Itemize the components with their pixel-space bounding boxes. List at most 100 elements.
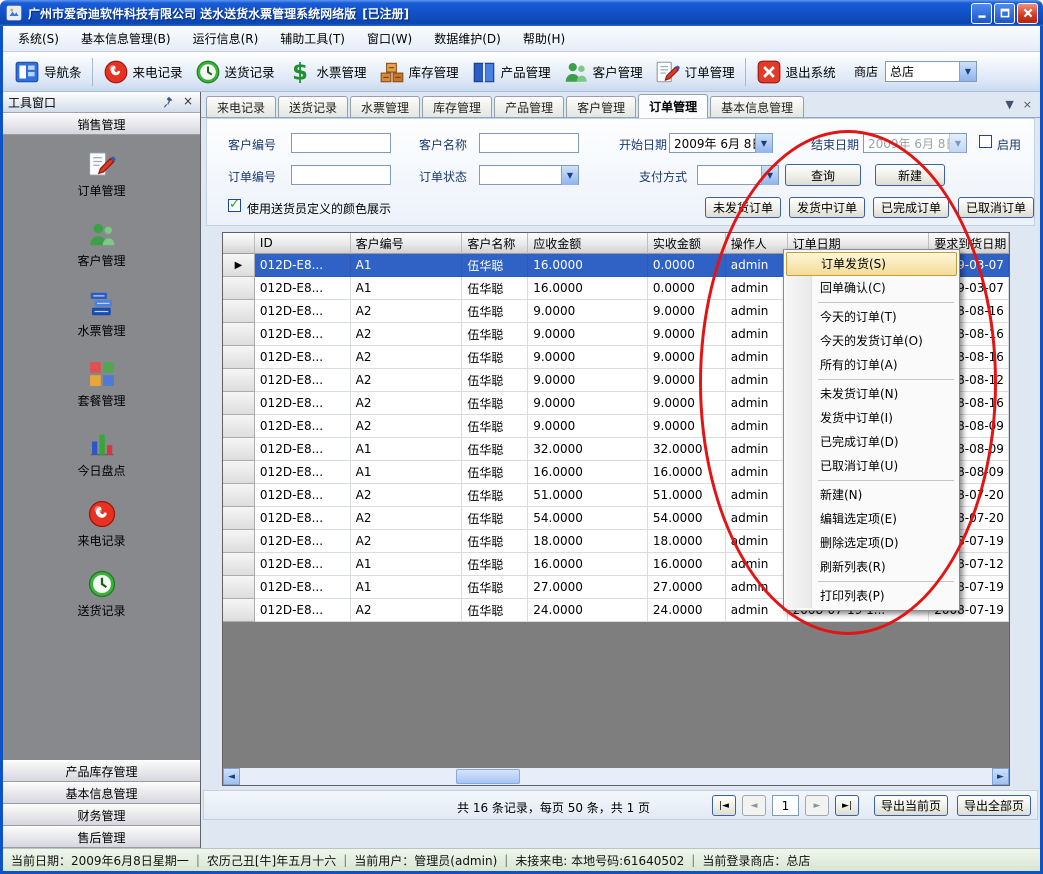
tab-5[interactable]: 产品管理	[494, 96, 564, 117]
export-current-page-button[interactable]: 导出当前页	[874, 795, 948, 816]
toolbar-customer-button[interactable]: 客户管理	[557, 56, 649, 88]
first-page-button[interactable]: |◄	[712, 795, 736, 816]
menu-item-6[interactable]: 数据维护(D)	[423, 25, 512, 52]
tab-7[interactable]: 订单管理	[638, 94, 708, 118]
row-header-cell[interactable]	[223, 484, 255, 507]
chevron-down-icon[interactable]: ▼	[561, 166, 578, 185]
enable-checkbox[interactable]	[979, 135, 992, 148]
toolbar-navigator-button[interactable]: 导航条	[8, 56, 88, 88]
row-header-cell[interactable]	[223, 369, 255, 392]
tool-window-close-icon[interactable]: ×	[183, 94, 193, 108]
shop-combobox[interactable]: 总店 ▼	[885, 61, 977, 82]
sidebar-item-order[interactable]: 订单管理	[3, 149, 200, 219]
start-date-picker[interactable]: 2009年 6月 8日 ▼	[669, 133, 773, 153]
status-filter-button-4[interactable]: 已取消订单	[958, 197, 1034, 218]
menu-item-3[interactable]: 运行信息(R)	[182, 25, 270, 52]
sidebar-group-4[interactable]: 售后管理	[3, 826, 200, 848]
context-menu-item[interactable]: 发货中订单(I)	[786, 406, 957, 430]
context-menu-item[interactable]: 编辑选定项(E)	[786, 507, 957, 531]
export-all-pages-button[interactable]: 导出全部页	[957, 795, 1031, 816]
chevron-down-icon[interactable]: ▼	[761, 166, 778, 185]
context-menu-item[interactable]: 所有的订单(A)	[786, 353, 957, 377]
pay-method-combobox[interactable]: ▼	[697, 165, 779, 185]
maximize-button[interactable]	[994, 3, 1015, 24]
row-header-cell[interactable]	[223, 507, 255, 530]
row-header-cell[interactable]	[223, 392, 255, 415]
toolbar-incoming-call-button[interactable]: 来电记录	[97, 56, 189, 88]
sidebar-item-incoming-call[interactable]: 来电记录	[3, 499, 200, 569]
row-header-cell[interactable]	[223, 277, 255, 300]
scroll-left-icon[interactable]: ◄	[223, 768, 240, 785]
customer-code-input[interactable]	[291, 133, 391, 153]
chevron-down-icon[interactable]: ▼	[959, 62, 976, 81]
sidebar-item-chart[interactable]: 今日盘点	[3, 429, 200, 499]
column-header-3[interactable]: 客户名称	[462, 233, 528, 254]
row-header-cell[interactable]	[223, 346, 255, 369]
context-menu-item[interactable]: 订单发货(S)	[786, 252, 957, 276]
column-header-4[interactable]: 应收金额	[528, 233, 648, 254]
sidebar-group-sales[interactable]: 销售管理	[3, 113, 200, 135]
context-menu-item[interactable]: 已完成订单(D)	[786, 430, 957, 454]
close-button[interactable]	[1017, 3, 1038, 24]
row-header-cell[interactable]	[223, 530, 255, 553]
context-menu-item[interactable]: 未发货订单(N)	[786, 382, 957, 406]
row-header-cell[interactable]: ▶	[223, 254, 255, 277]
row-header-cell[interactable]	[223, 553, 255, 576]
next-page-button[interactable]: ►	[805, 795, 829, 816]
sidebar-item-water-ticket-books[interactable]: 水票管理	[3, 289, 200, 359]
context-menu-item[interactable]: 打印列表(P)	[786, 584, 957, 608]
scroll-right-icon[interactable]: ►	[992, 768, 1009, 785]
pin-icon[interactable]	[162, 95, 176, 109]
sidebar-item-customer[interactable]: 客户管理	[3, 219, 200, 289]
tab-1[interactable]: 来电记录	[206, 96, 276, 117]
row-header-cell[interactable]	[223, 461, 255, 484]
toolbar-order-button[interactable]: 订单管理	[649, 56, 741, 88]
status-filter-button-2[interactable]: 发货中订单	[789, 197, 865, 218]
tab-6[interactable]: 客户管理	[566, 96, 636, 117]
end-date-picker[interactable]: 2009年 6月 8日 ▼	[863, 133, 967, 153]
sidebar-item-delivery-clock[interactable]: 送货记录	[3, 569, 200, 639]
context-menu-item[interactable]: 已取消订单(U)	[786, 454, 957, 478]
column-header-6[interactable]: 操作人	[726, 233, 788, 254]
minimize-button[interactable]	[971, 3, 992, 24]
tab-2[interactable]: 送货记录	[278, 96, 348, 117]
toolbar-inventory-button[interactable]: 库存管理	[373, 56, 465, 88]
menu-item-1[interactable]: 系统(S)	[7, 25, 70, 52]
sidebar-item-package[interactable]: 套餐管理	[3, 359, 200, 429]
delivery-color-checkbox[interactable]	[228, 199, 241, 212]
menu-item-7[interactable]: 帮助(H)	[512, 25, 576, 52]
toolbar-water-ticket-button[interactable]: $水票管理	[281, 56, 373, 88]
column-header-1[interactable]: ID	[255, 233, 351, 254]
customer-name-input[interactable]	[479, 133, 579, 153]
scrollbar-thumb[interactable]	[456, 769, 520, 784]
sidebar-group-3[interactable]: 财务管理	[3, 804, 200, 826]
tab-8[interactable]: 基本信息管理	[710, 96, 804, 117]
chevron-down-icon[interactable]: ▼	[755, 134, 772, 153]
status-filter-button-3[interactable]: 已完成订单	[873, 197, 949, 218]
context-menu-item[interactable]: 今天的订单(T)	[786, 305, 957, 329]
menu-item-4[interactable]: 辅助工具(T)	[269, 25, 356, 52]
prev-page-button[interactable]: ◄	[742, 795, 766, 816]
context-menu-item[interactable]: 新建(N)	[786, 483, 957, 507]
row-header-cell[interactable]	[223, 599, 255, 622]
row-header-cell[interactable]	[223, 415, 255, 438]
menu-item-5[interactable]: 窗口(W)	[356, 25, 423, 52]
sidebar-group-2[interactable]: 基本信息管理	[3, 782, 200, 804]
order-code-input[interactable]	[291, 165, 391, 185]
row-header-cell[interactable]	[223, 576, 255, 599]
column-header-5[interactable]: 实收金额	[648, 233, 726, 254]
sidebar-group-1[interactable]: 产品库存管理	[3, 760, 200, 782]
row-header-cell[interactable]	[223, 300, 255, 323]
context-menu-item[interactable]: 回单确认(C)	[786, 276, 957, 300]
last-page-button[interactable]: ►|	[835, 795, 859, 816]
new-button[interactable]: 新建	[875, 164, 945, 186]
horizontal-scrollbar[interactable]: ◄ ►	[223, 768, 1009, 785]
search-button[interactable]: 查询	[785, 164, 861, 186]
toolbar-product-button[interactable]: 产品管理	[465, 56, 557, 88]
menu-item-2[interactable]: 基本信息管理(B)	[70, 25, 182, 52]
page-number-input[interactable]	[772, 795, 799, 816]
tab-list-dropdown-icon[interactable]: ▼	[1005, 98, 1013, 111]
toolbar-delivery-clock-button[interactable]: 送货记录	[189, 56, 281, 88]
row-header-cell[interactable]	[223, 323, 255, 346]
order-status-combobox[interactable]: ▼	[479, 165, 579, 185]
